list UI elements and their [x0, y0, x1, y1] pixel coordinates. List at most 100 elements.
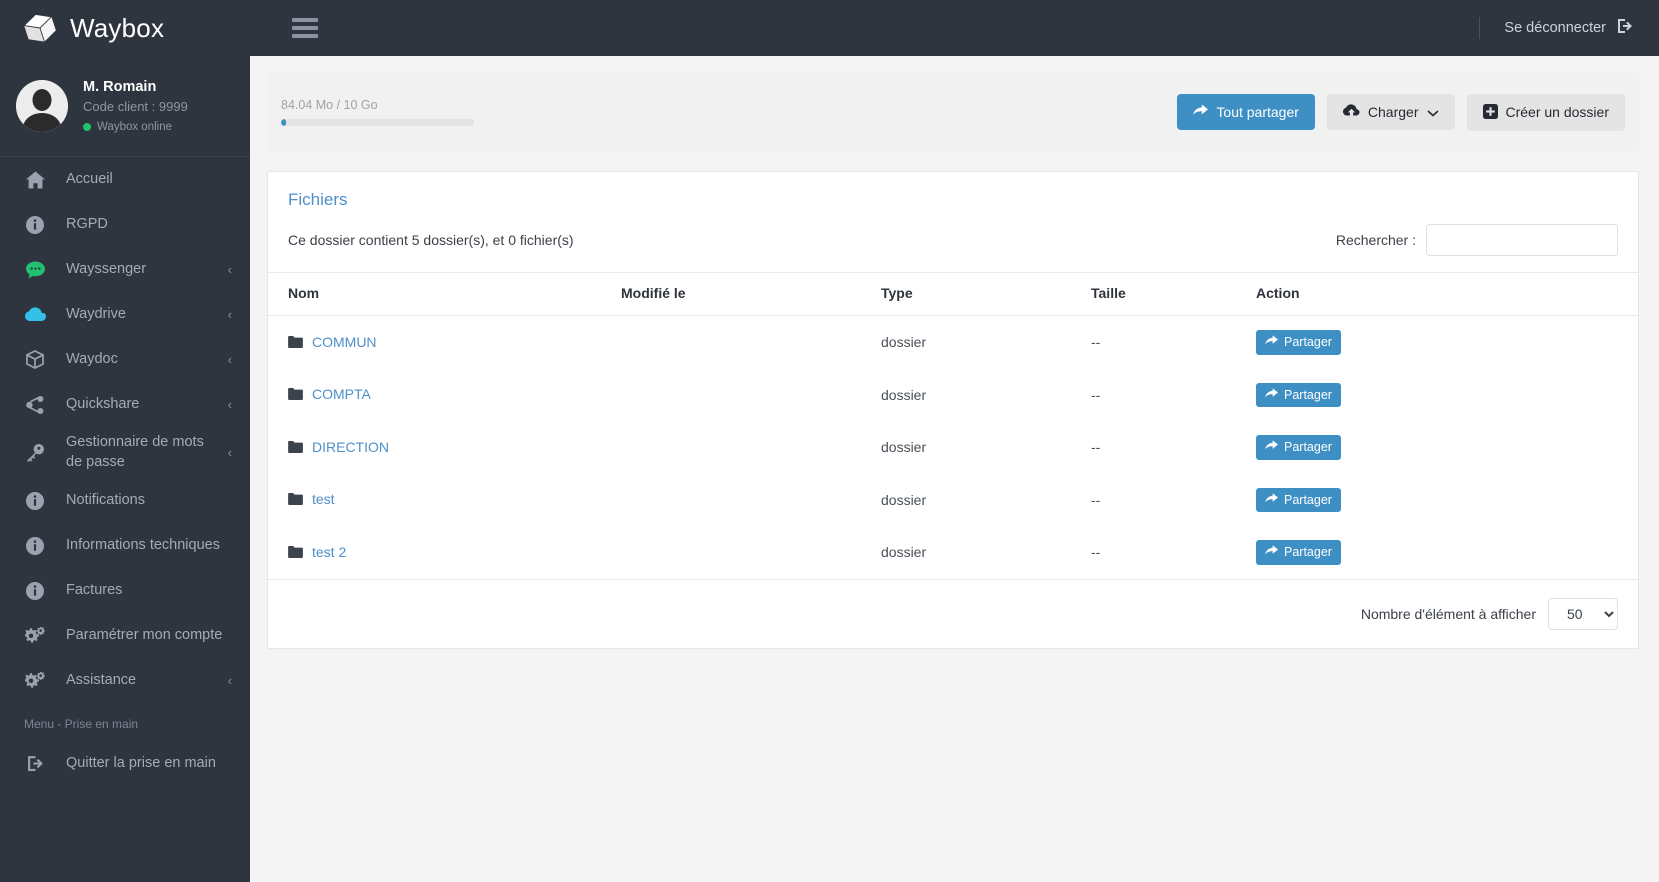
- profile-name: M. Romain: [83, 78, 157, 95]
- sidebar-item-assistance[interactable]: Assistance ‹: [0, 658, 250, 703]
- share-nodes-icon: [24, 395, 46, 414]
- share-button[interactable]: Partager: [1256, 435, 1341, 460]
- column-header-modifie: Modifié le: [613, 272, 873, 316]
- top-bar: Waybox Se déconnecter: [0, 0, 1659, 56]
- cell-action: Partager: [1248, 474, 1638, 527]
- cell-nom: test: [268, 474, 613, 527]
- key-icon: [24, 443, 46, 462]
- share-all-label: Tout partager: [1216, 104, 1299, 120]
- storage-progress-bar: [281, 119, 474, 126]
- cell-type: dossier: [881, 439, 927, 456]
- column-header-nom: Nom: [268, 272, 613, 316]
- share-arrow-icon: [1265, 335, 1278, 350]
- folder-link[interactable]: COMMUN: [288, 334, 377, 350]
- sidebar-item-label: Wayssenger: [66, 260, 147, 277]
- chevron-left-icon[interactable]: ‹: [228, 262, 232, 277]
- panel-footer: Nombre d'élément à afficher 102550100: [268, 578, 1638, 648]
- cell-action: Partager: [1248, 316, 1638, 369]
- share-button-label: Partager: [1284, 335, 1332, 349]
- table-row: DIRECTION dossier -- Partager: [268, 421, 1638, 474]
- share-button-label: Partager: [1284, 545, 1332, 559]
- folder-link[interactable]: DIRECTION: [288, 439, 389, 455]
- storage-usage-text: 84.04 Mo / 10 Go: [281, 98, 378, 112]
- cell-modifie: [613, 316, 873, 369]
- folder-icon: [288, 545, 303, 558]
- search-area: Rechercher :: [1336, 224, 1618, 256]
- sidebar-item-quitter-la-prise-en-main[interactable]: Quitter la prise en main: [0, 741, 250, 786]
- profile-info: M. Romain Code client : 9999 Waybox onli…: [83, 77, 188, 136]
- box-icon: [24, 350, 46, 369]
- share-button[interactable]: Partager: [1256, 330, 1341, 355]
- sidebar-item-label: Notifications: [66, 491, 145, 508]
- comment-dots-icon: [24, 260, 46, 279]
- cell-nom: COMMUN: [268, 316, 613, 369]
- upload-label: Charger: [1367, 104, 1419, 120]
- chevron-left-icon[interactable]: ‹: [228, 307, 232, 322]
- sidebar-item-wayssenger[interactable]: Wayssenger ‹: [0, 247, 250, 292]
- cell-modifie: [613, 474, 873, 527]
- info-circle-icon: [24, 536, 46, 555]
- search-input[interactable]: [1426, 224, 1618, 256]
- share-button[interactable]: Partager: [1256, 487, 1341, 512]
- info-circle-icon: [24, 581, 46, 600]
- status-dot-icon: [83, 122, 91, 131]
- cell-type: dossier: [881, 334, 927, 351]
- share-arrow-icon: [1265, 387, 1278, 403]
- table-row: test 2 dossier -- Partager: [268, 526, 1638, 579]
- folder-name: DIRECTION: [312, 438, 389, 455]
- folder-icon: [288, 493, 303, 506]
- logout-button[interactable]: Se déconnecter: [1504, 18, 1633, 38]
- sidebar-item-factures[interactable]: Factures: [0, 568, 250, 613]
- user-profile[interactable]: M. Romain Code client : 9999 Waybox onli…: [0, 56, 250, 157]
- files-table: Nom Modifié le Type Taille Action COMMUN…: [268, 272, 1638, 579]
- sidebar-item-label: Waydrive: [66, 305, 126, 322]
- chevron-left-icon[interactable]: ‹: [228, 352, 232, 367]
- sidebar-item-label: Quitter la prise en main: [66, 754, 216, 771]
- sidebar-item-label: Accueil: [66, 170, 113, 187]
- main-content: 84.04 Mo / 10 Go Tout partager Charger C…: [250, 56, 1659, 882]
- storage-meter: 84.04 Mo / 10 Go: [281, 98, 541, 126]
- folder-link[interactable]: test: [288, 491, 335, 507]
- sidebar-item-label: Quickshare: [66, 395, 140, 412]
- cell-modifie: [613, 526, 873, 579]
- upload-button[interactable]: Charger: [1326, 94, 1455, 130]
- status-badge: Waybox online: [83, 119, 188, 136]
- brand-area[interactable]: Waybox: [0, 0, 250, 56]
- divider: [1479, 17, 1481, 39]
- sidebar-item-rgpd[interactable]: RGPD: [0, 202, 250, 247]
- sidebar-item-notifications[interactable]: Notifications: [0, 478, 250, 523]
- share-all-button[interactable]: Tout partager: [1177, 94, 1315, 130]
- sidebar-section-title: Menu - Prise en main: [24, 717, 139, 732]
- plus-square-icon: [1482, 103, 1498, 121]
- search-label: Rechercher :: [1335, 232, 1416, 248]
- sidebar-item-informations-techniques[interactable]: Informations techniques: [0, 523, 250, 568]
- create-folder-button[interactable]: Créer un dossier: [1466, 93, 1625, 131]
- cell-action: Partager: [1248, 421, 1638, 474]
- sidebar-item-waydoc[interactable]: Waydoc ‹: [0, 337, 250, 382]
- top-bar-right: Se déconnecter: [1479, 17, 1659, 39]
- folder-icon: [288, 440, 303, 453]
- files-panel: Fichiers Ce dossier contient 5 dossier(s…: [267, 171, 1639, 649]
- hamburger-menu-icon[interactable]: [292, 18, 318, 38]
- sidebar-item-quickshare[interactable]: Quickshare ‹: [0, 382, 250, 427]
- sidebar-item-gestionnaire-de-mots-de-passe[interactable]: Gestionnaire de mots de passe ‹: [0, 427, 250, 478]
- sidebar-item-label: Paramétrer mon compte: [66, 626, 223, 643]
- cell-taille: --: [1091, 439, 1101, 456]
- sidebar-item-param-trer-mon-compte[interactable]: Paramétrer mon compte: [0, 613, 250, 658]
- chevron-left-icon[interactable]: ‹: [228, 673, 232, 688]
- folder-link[interactable]: test 2: [288, 544, 346, 560]
- column-header-action: Action: [1248, 272, 1638, 316]
- cell-action: Partager: [1248, 526, 1638, 579]
- sidebar-item-waydrive[interactable]: Waydrive ‹: [0, 292, 250, 337]
- share-button[interactable]: Partager: [1256, 540, 1341, 565]
- chevron-left-icon[interactable]: ‹: [228, 445, 232, 460]
- sidebar-item-accueil[interactable]: Accueil: [0, 157, 250, 202]
- cloud-upload-icon: [1342, 104, 1360, 120]
- folder-link[interactable]: COMPTA: [288, 386, 371, 402]
- share-button[interactable]: Partager: [1256, 382, 1341, 407]
- share-arrow-icon: [1265, 440, 1278, 455]
- per-page-select[interactable]: 102550100: [1548, 597, 1618, 630]
- chevron-left-icon[interactable]: ‹: [228, 397, 232, 412]
- cogs-icon: [24, 671, 46, 690]
- table-row: COMMUN dossier -- Partager: [268, 316, 1638, 369]
